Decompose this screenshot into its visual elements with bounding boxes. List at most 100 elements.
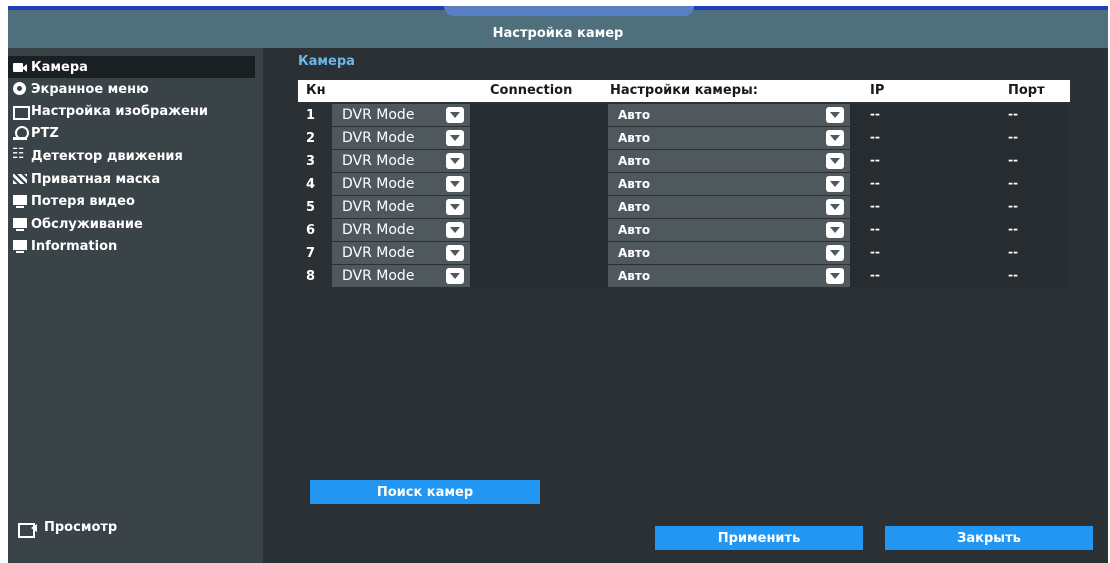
sidebar-item-video-loss[interactable]: Потеря видео (12, 190, 135, 212)
column-header-connection: Connection (490, 83, 573, 98)
port-value: -- (1008, 176, 1018, 190)
connection-cell (470, 173, 610, 195)
setting-value: Авто (618, 223, 651, 237)
port-value: -- (1008, 268, 1018, 282)
table-row: 1 DVR Mode Авто -- -- (298, 104, 1068, 126)
chevron-down-icon[interactable] (826, 268, 844, 284)
port-value: -- (1008, 153, 1018, 167)
chevron-down-icon[interactable] (826, 153, 844, 169)
mode-value: DVR Mode (342, 245, 415, 261)
camera-setting-select[interactable]: Авто (608, 127, 850, 149)
image-settings-icon (12, 104, 30, 120)
chevron-down-icon[interactable] (826, 199, 844, 215)
connection-cell (470, 196, 610, 218)
channel-number: 4 (306, 177, 316, 192)
ip-value: -- (870, 130, 880, 144)
mode-select[interactable]: DVR Mode (332, 242, 470, 264)
camera-setting-select[interactable]: Авто (608, 219, 850, 241)
camera-icon (12, 60, 28, 74)
connection-cell (470, 127, 610, 149)
port-value: -- (1008, 199, 1018, 213)
connection-cell (470, 150, 610, 172)
monitor-icon (12, 217, 28, 231)
mode-select[interactable]: DVR Mode (332, 219, 470, 241)
camera-setting-select[interactable]: Авто (608, 196, 850, 218)
sidebar-item-osd[interactable]: Экранное меню (12, 78, 149, 100)
chevron-down-icon[interactable] (826, 130, 844, 146)
mode-select[interactable]: DVR Mode (332, 265, 470, 287)
setting-value: Авто (618, 177, 651, 191)
sidebar-item-label: Настройка изображени (31, 103, 208, 119)
sidebar-item-ptz[interactable]: PTZ (12, 122, 59, 144)
mode-select[interactable]: DVR Mode (332, 104, 470, 126)
setting-value: Авто (618, 269, 651, 283)
ip-value: -- (870, 176, 880, 190)
connection-cell (470, 104, 610, 126)
mode-value: DVR Mode (342, 130, 415, 146)
sidebar-item-label: Приватная маска (31, 171, 161, 187)
channel-number: 7 (306, 246, 316, 261)
apply-button[interactable]: Применить (655, 526, 863, 550)
column-header-ip: IP (870, 83, 885, 98)
mode-select[interactable]: DVR Mode (332, 127, 470, 149)
sidebar-item-camera[interactable]: Камера (8, 56, 255, 78)
top-tab (444, 6, 694, 16)
ip-cell (850, 196, 1068, 218)
camera-setting-select[interactable]: Авто (608, 150, 850, 172)
sidebar-item-image-settings[interactable]: Настройка изображени (12, 100, 208, 122)
ip-cell (850, 127, 1068, 149)
chevron-down-icon[interactable] (826, 107, 844, 123)
chevron-down-icon[interactable] (446, 245, 464, 261)
port-value: -- (1008, 130, 1018, 144)
mode-select[interactable]: DVR Mode (332, 173, 470, 195)
mode-select[interactable]: DVR Mode (332, 150, 470, 172)
chevron-down-icon[interactable] (826, 245, 844, 261)
sidebar-item-privacy-mask[interactable]: Приватная маска (12, 168, 160, 190)
chevron-down-icon[interactable] (826, 222, 844, 238)
ip-value: -- (870, 268, 880, 282)
camera-setting-select[interactable]: Авто (608, 173, 850, 195)
sidebar-item-information[interactable]: Information (12, 235, 117, 257)
chevron-down-icon[interactable] (446, 199, 464, 215)
channel-number: 2 (306, 131, 316, 146)
camera-setting-select[interactable]: Авто (608, 242, 850, 264)
table-row: 7 DVR Mode Авто -- -- (298, 242, 1068, 264)
search-cameras-button[interactable]: Поиск камер (310, 480, 540, 504)
chevron-down-icon[interactable] (446, 176, 464, 192)
ip-cell (850, 219, 1068, 241)
privacy-mask-icon (12, 172, 28, 186)
channel-number: 6 (306, 223, 316, 238)
setting-value: Авто (618, 131, 651, 145)
chevron-down-icon[interactable] (446, 268, 464, 284)
channel-number: 5 (306, 200, 316, 215)
connection-cell (470, 265, 610, 287)
sidebar-item-label: Камера (31, 59, 88, 75)
chevron-down-icon[interactable] (446, 222, 464, 238)
mode-value: DVR Mode (342, 107, 415, 123)
chevron-down-icon[interactable] (446, 107, 464, 123)
ip-cell (850, 104, 1068, 126)
sidebar-item-maintenance[interactable]: Обслуживание (12, 213, 143, 235)
table-row: 2 DVR Mode Авто -- -- (298, 127, 1068, 149)
ptz-icon (12, 126, 29, 140)
table-row: 3 DVR Mode Авто -- -- (298, 150, 1068, 172)
mode-select[interactable]: DVR Mode (332, 196, 470, 218)
sidebar-item-motion-detector[interactable]: Детектор движения (12, 145, 183, 167)
close-button[interactable]: Закрыть (885, 526, 1093, 550)
connection-cell (470, 219, 610, 241)
preview-button[interactable]: Просмотр (18, 520, 117, 538)
chevron-down-icon[interactable] (826, 176, 844, 192)
chevron-down-icon[interactable] (446, 153, 464, 169)
table-row: 4 DVR Mode Авто -- -- (298, 173, 1068, 195)
camera-setting-select[interactable]: Авто (608, 104, 850, 126)
channel-number: 8 (306, 269, 316, 284)
mode-value: DVR Mode (342, 222, 415, 238)
ip-cell (850, 242, 1068, 264)
setting-value: Авто (618, 154, 651, 168)
sidebar-item-label: Information (31, 238, 118, 254)
window-title: Настройка камер (492, 25, 624, 41)
channel-number: 1 (306, 108, 316, 123)
setting-value: Авто (618, 200, 651, 214)
camera-setting-select[interactable]: Авто (608, 265, 850, 287)
chevron-down-icon[interactable] (446, 130, 464, 146)
